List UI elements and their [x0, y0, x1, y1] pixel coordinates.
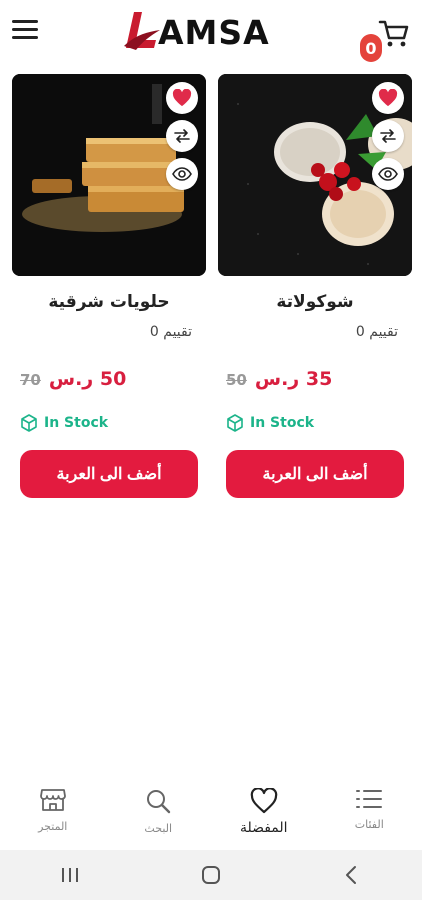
logo-mark-icon	[124, 12, 160, 50]
stock-status: In Stock	[218, 414, 412, 432]
store-icon	[39, 789, 66, 811]
home-icon[interactable]	[200, 864, 222, 886]
heart-icon	[250, 788, 278, 814]
app-logo: AMSA	[120, 10, 270, 54]
heart-icon	[172, 89, 192, 107]
cart-button[interactable]: 0	[360, 14, 410, 62]
product-image[interactable]	[12, 74, 206, 276]
app-header: AMSA 0	[0, 0, 422, 64]
nav-item-store[interactable]: المتجر	[0, 776, 106, 850]
nav-item-search[interactable]: البحث	[106, 776, 212, 850]
nav-item-favorites[interactable]: المفضلة	[211, 776, 317, 850]
nav-label-search: البحث	[144, 822, 173, 835]
nav-item-categories[interactable]: الفئات	[317, 776, 422, 850]
back-icon[interactable]	[341, 864, 363, 886]
product-title[interactable]: شوكولاتة	[218, 292, 412, 318]
nav-label-store: المتجر	[38, 820, 68, 833]
stock-label: In Stock	[250, 415, 315, 431]
product-new-price: 50 ر.س	[48, 368, 127, 390]
nav-label-categories: الفئات	[354, 818, 384, 831]
product-card[interactable]: شوكولاتة تقييم 0 50 35 ر.س In Stock أضف …	[218, 74, 412, 498]
product-card[interactable]: حلويات شرقية تقييم 0 70 50 ر.س In Stock …	[12, 74, 206, 498]
compare-button[interactable]	[166, 120, 198, 152]
product-title[interactable]: حلويات شرقية	[12, 292, 206, 318]
logo-text: AMSA	[158, 12, 270, 52]
product-prices: 50 35 ر.س	[218, 368, 412, 390]
list-icon	[356, 790, 383, 808]
product-image[interactable]	[218, 74, 412, 276]
heart-icon	[378, 89, 398, 107]
product-old-price: 50	[226, 371, 247, 389]
system-nav-bar	[0, 850, 422, 900]
quick-view-button[interactable]	[372, 158, 404, 190]
cart-icon	[378, 20, 409, 47]
compare-button[interactable]	[372, 120, 404, 152]
recent-apps-icon[interactable]	[59, 866, 81, 884]
stock-label: In Stock	[44, 415, 109, 431]
box-icon	[227, 414, 243, 432]
add-to-cart-button[interactable]: أضف الى العربة	[20, 450, 198, 498]
product-rating: تقييم 0	[355, 324, 398, 340]
menu-icon[interactable]	[12, 20, 38, 42]
quick-view-button[interactable]	[166, 158, 198, 190]
product-old-price: 70	[20, 371, 41, 389]
eye-icon	[378, 167, 398, 181]
bottom-nav: المتجر البحث المفضلة الفئات	[0, 776, 422, 850]
compare-icon	[380, 129, 396, 143]
product-prices: 70 50 ر.س	[12, 368, 206, 390]
cart-count-badge: 0	[360, 34, 382, 62]
search-icon	[147, 790, 171, 814]
box-icon	[21, 414, 37, 432]
product-rating: تقييم 0	[149, 324, 192, 340]
favorite-button[interactable]	[166, 82, 198, 114]
product-new-price: 35 ر.س	[254, 368, 333, 390]
add-to-cart-button[interactable]: أضف الى العربة	[226, 450, 404, 498]
compare-icon	[174, 129, 190, 143]
eye-icon	[172, 167, 192, 181]
stock-status: In Stock	[12, 414, 206, 432]
favorite-button[interactable]	[372, 82, 404, 114]
nav-label-favorites: المفضلة	[239, 820, 288, 836]
